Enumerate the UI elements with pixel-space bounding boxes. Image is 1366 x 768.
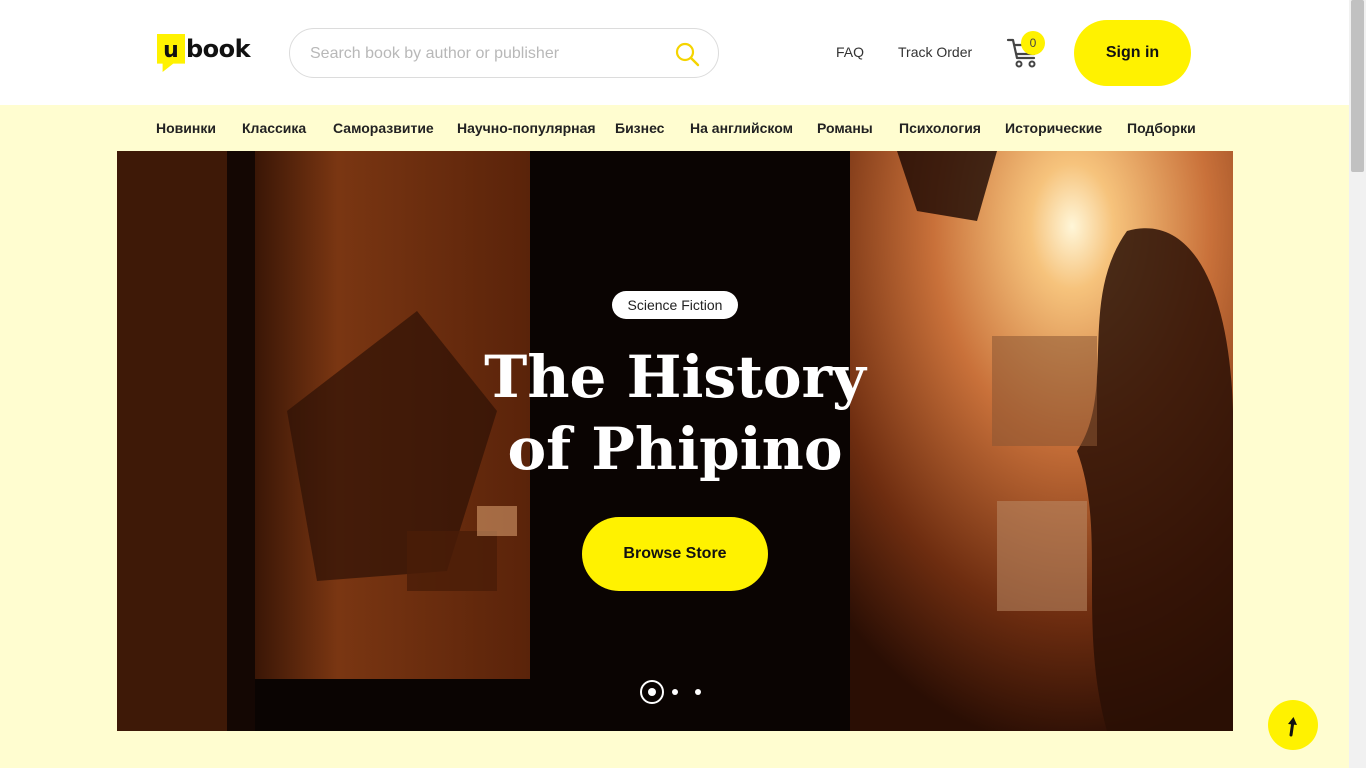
- category-link[interactable]: Подборки: [1127, 120, 1196, 136]
- logo-badge-letter: u: [163, 37, 179, 63]
- cart-count-badge: 0: [1021, 31, 1045, 55]
- category-link[interactable]: Исторические: [1005, 120, 1102, 136]
- genre-badge[interactable]: Science Fiction: [612, 291, 738, 319]
- hero-title: The History of Phipino: [475, 341, 875, 485]
- category-link[interactable]: Романы: [817, 120, 873, 136]
- logo[interactable]: u book: [157, 34, 251, 72]
- category-link[interactable]: Классика: [242, 120, 306, 136]
- logo-badge: u: [157, 34, 185, 72]
- hero-title-line: The History: [484, 343, 866, 411]
- hero-banner: Science Fiction The History of Phipino B…: [117, 151, 1233, 731]
- scrollbar-thumb[interactable]: [1351, 0, 1364, 172]
- logo-text: book: [186, 35, 251, 63]
- category-link[interactable]: На английском: [690, 120, 793, 136]
- search-input[interactable]: [310, 42, 670, 66]
- arrow-up-icon: [1288, 717, 1297, 737]
- sign-in-button[interactable]: Sign in: [1074, 20, 1191, 86]
- category-nav: Новинки Классика Саморазвитие Научно-поп…: [0, 105, 1349, 151]
- category-link[interactable]: Бизнес: [615, 120, 664, 136]
- carousel-dot[interactable]: [695, 689, 701, 695]
- browse-store-button[interactable]: Browse Store: [582, 517, 768, 591]
- carousel-dot[interactable]: [672, 689, 678, 695]
- search-bar: [289, 28, 719, 78]
- category-link[interactable]: Научно-популярная: [457, 120, 596, 136]
- category-link[interactable]: Новинки: [156, 120, 216, 136]
- category-link[interactable]: Психология: [899, 120, 981, 136]
- track-order-link[interactable]: Track Order: [898, 44, 972, 60]
- hero-title-line: of Phipino: [507, 415, 843, 483]
- carousel-dot-active[interactable]: [640, 680, 664, 704]
- page-scrollbar[interactable]: [1349, 0, 1366, 768]
- site-header: u book FAQ Track Order 0 Sign in: [0, 0, 1349, 105]
- faq-link[interactable]: FAQ: [836, 44, 864, 60]
- category-link[interactable]: Саморазвитие: [333, 120, 434, 136]
- back-to-top-button[interactable]: [1268, 700, 1318, 750]
- carousel-dots: [640, 680, 710, 704]
- search-icon[interactable]: [674, 41, 700, 67]
